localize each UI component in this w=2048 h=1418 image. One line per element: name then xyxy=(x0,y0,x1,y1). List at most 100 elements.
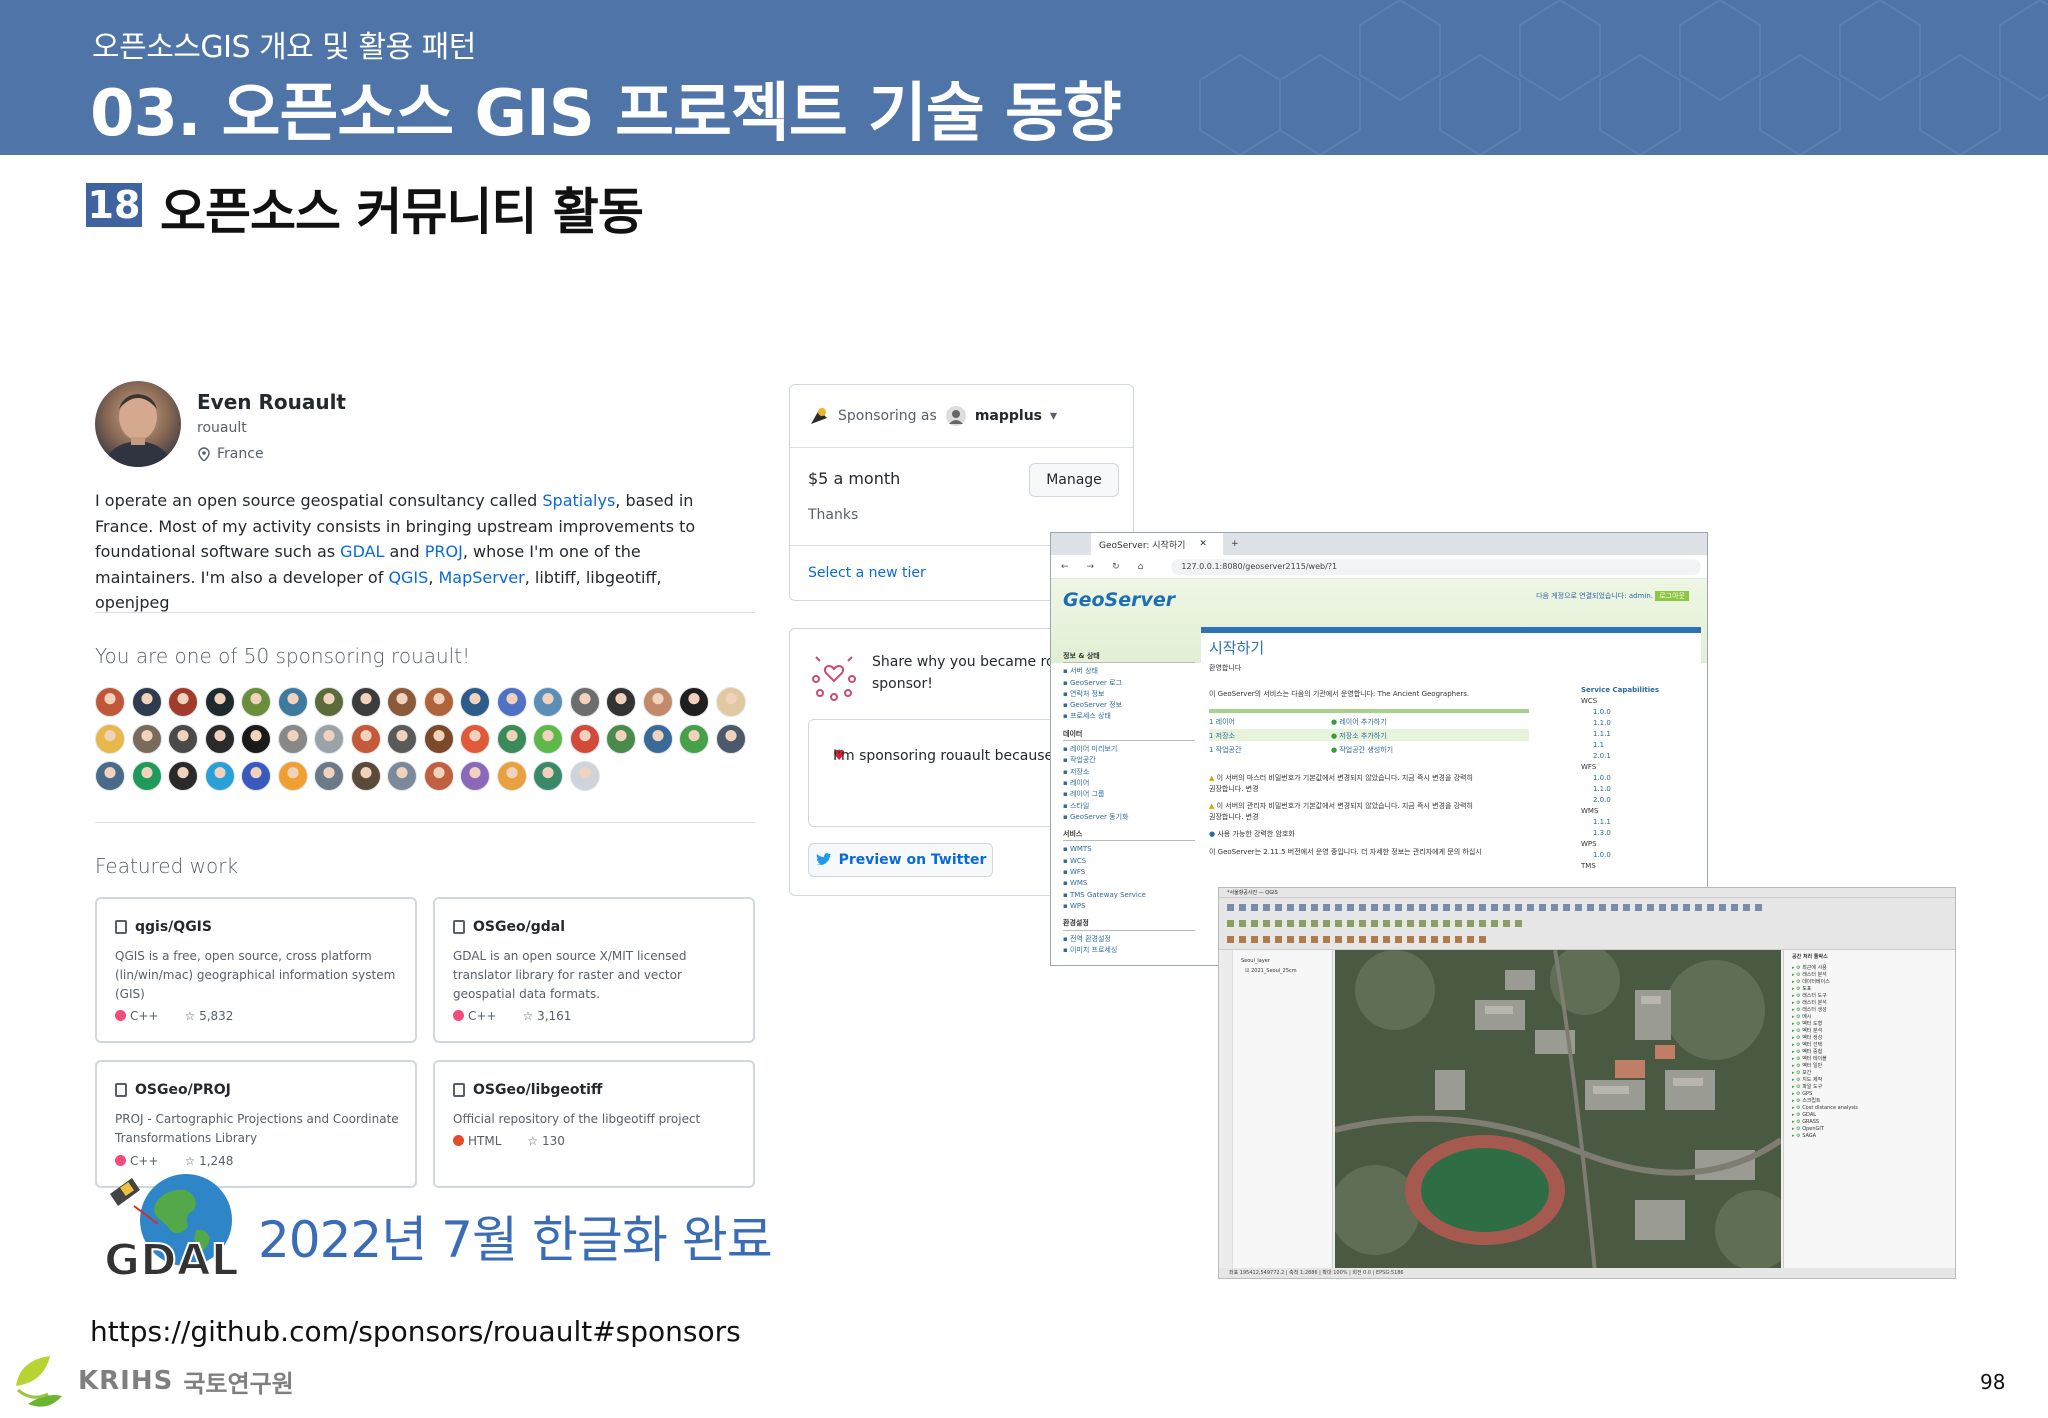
repo-stars[interactable]: ☆ 130 xyxy=(527,1134,564,1148)
sidebar-item[interactable]: ▪ 이미지 프로세싱 xyxy=(1063,945,1195,956)
sidebar-item[interactable]: ▪ 연락처 정보 xyxy=(1063,689,1195,700)
sponsor-avatar[interactable] xyxy=(642,724,673,754)
toolbox-item[interactable]: ▸ ⚙ 래스터 생성 xyxy=(1792,1007,1949,1014)
home-icon[interactable]: ⌂ xyxy=(1138,562,1144,572)
sponsor-avatar[interactable] xyxy=(241,761,271,791)
capability-version-link[interactable]: 1.1.1 xyxy=(1581,729,1659,740)
sidebar-item[interactable]: ▪ WCS xyxy=(1063,856,1195,867)
close-icon[interactable]: ✕ xyxy=(1199,539,1207,549)
sidebar-item[interactable]: ▪ GeoServer 정보 xyxy=(1063,700,1195,711)
sponsor-avatar[interactable] xyxy=(387,761,417,791)
toolbox-item[interactable]: ▸ ⚙ 파일 도구 xyxy=(1792,1084,1949,1091)
toolbar-icons[interactable] xyxy=(1219,898,1956,950)
sponsor-avatar[interactable] xyxy=(533,687,563,717)
sponsor-avatar[interactable] xyxy=(533,724,563,754)
sponsor-avatar[interactable] xyxy=(95,687,125,717)
sponsor-avatar[interactable] xyxy=(277,687,308,717)
gdal-link[interactable]: GDAL xyxy=(340,542,384,561)
sponsor-avatar[interactable] xyxy=(569,761,600,791)
toolbox-item[interactable]: ▸ ⚙ GRASS xyxy=(1792,1119,1949,1126)
repo-card-proj[interactable]: OSGeo/PROJ PROJ - Cartographic Projectio… xyxy=(95,1060,417,1188)
qgis-link[interactable]: QGIS xyxy=(388,568,428,587)
toolbox-item[interactable]: ▸ ⚙ 래스터 분석 xyxy=(1792,1000,1949,1007)
toolbox-item[interactable]: ▸ ⚙ 벡터 분석 xyxy=(1792,1028,1949,1035)
toolbox-item[interactable]: ▸ ⚙ 벡터 생성 xyxy=(1792,1035,1949,1042)
sponsor-avatar[interactable] xyxy=(569,724,600,754)
qgis-map-canvas[interactable] xyxy=(1335,950,1781,1272)
stores-count-link[interactable]: 1 저장소 xyxy=(1209,731,1235,741)
sidebar-item[interactable]: ▪ 프로세스 상태 xyxy=(1063,711,1195,722)
sponsor-avatar[interactable] xyxy=(168,687,198,717)
sponsor-avatar[interactable] xyxy=(131,724,162,754)
toolbox-item[interactable]: ▸ ⚙ 데이터베이스 xyxy=(1792,979,1949,986)
source-url[interactable]: https://github.com/sponsors/rouault#spon… xyxy=(90,1315,741,1348)
toolbox-item[interactable]: ▸ ⚙ 벡터 테이블 xyxy=(1792,1056,1949,1063)
sponsor-avatar[interactable] xyxy=(131,761,162,791)
capability-version-link[interactable]: 2.0.0 xyxy=(1581,795,1659,806)
sidebar-item[interactable]: ▪ 저장소 xyxy=(1063,767,1195,778)
add-store-link[interactable]: ● 저장소 추가하기 xyxy=(1331,731,1387,741)
browser-tab[interactable]: GeoServer: 시작하기 ✕ xyxy=(1091,533,1223,555)
sponsor-avatar[interactable] xyxy=(168,724,198,754)
capability-version-link[interactable]: 1.0.0 xyxy=(1581,707,1659,718)
manage-button[interactable]: Manage xyxy=(1029,463,1119,497)
sponsor-avatar[interactable] xyxy=(350,724,381,754)
repo-card-qgis[interactable]: qgis/QGIS QGIS is a free, open source, c… xyxy=(95,897,417,1043)
toolbox-item[interactable]: ▸ ⚙ 래스터 분석 xyxy=(1792,972,1949,979)
sponsor-avatar[interactable] xyxy=(569,687,600,717)
sidebar-item[interactable]: ▪ WMS xyxy=(1063,878,1195,889)
sidebar-item[interactable]: ▪ 레이어 그룹 xyxy=(1063,789,1195,800)
toolbox-item[interactable]: ▸ ⚙ GDAL xyxy=(1792,1112,1949,1119)
sidebar-item[interactable]: ▪ WPS xyxy=(1063,901,1195,912)
layers-count-link[interactable]: 1 레이어 xyxy=(1209,717,1235,727)
toolbox-item[interactable]: ▸ ⚙ 래스터 도구 xyxy=(1792,993,1949,1000)
layer-group[interactable]: Seoul_layer xyxy=(1241,958,1270,964)
sponsor-avatar[interactable] xyxy=(496,761,527,791)
geoserver-logo[interactable]: GeoServer xyxy=(1063,589,1175,611)
sidebar-item[interactable]: ▪ 레이어 xyxy=(1063,778,1195,789)
sponsor-avatar[interactable] xyxy=(314,761,344,791)
logout-button[interactable]: 로그아웃 xyxy=(1655,591,1689,601)
capability-version-link[interactable]: 1.1.1 xyxy=(1581,817,1659,828)
repo-stars[interactable]: ☆ 5,832 xyxy=(185,1009,234,1023)
preview-on-twitter-button[interactable]: Preview on Twitter xyxy=(808,843,993,877)
sidebar-item[interactable]: ▪ 작업공간 xyxy=(1063,755,1195,766)
back-icon[interactable]: ← xyxy=(1061,562,1069,572)
toolbox-item[interactable]: ▸ ⚙ 지도 제작 xyxy=(1792,1077,1949,1084)
add-layer-link[interactable]: ● 레이어 추가하기 xyxy=(1331,717,1387,727)
sponsor-avatar[interactable] xyxy=(314,687,344,717)
toolbox-item[interactable]: ▸ ⚙ 최근에 사용 xyxy=(1792,965,1949,972)
sponsor-avatar[interactable] xyxy=(131,687,162,717)
sponsor-avatar[interactable] xyxy=(314,724,344,754)
repo-stars[interactable]: ☆ 3,161 xyxy=(523,1009,572,1023)
sponsor-avatar[interactable] xyxy=(679,687,709,717)
toolbox-item[interactable]: ▸ ⚙ GPS xyxy=(1792,1091,1949,1098)
sponsor-avatar[interactable] xyxy=(423,761,454,791)
toolbox-item[interactable]: ▸ ⚙ 보간 xyxy=(1792,1070,1949,1077)
sponsor-avatar[interactable] xyxy=(423,724,454,754)
repo-name[interactable]: OSGeo/gdal xyxy=(453,919,565,935)
sponsor-avatar[interactable] xyxy=(423,687,454,717)
workspaces-count-link[interactable]: 1 작업공간 xyxy=(1209,745,1241,755)
mapserver-link[interactable]: MapServer xyxy=(438,568,524,587)
proj-link[interactable]: PROJ xyxy=(425,542,463,561)
repo-name[interactable]: OSGeo/PROJ xyxy=(115,1082,231,1098)
repo-name[interactable]: qgis/QGIS xyxy=(115,919,212,935)
toolbox-item[interactable]: ▸ ⚙ 벡터 일반 xyxy=(1792,1063,1949,1070)
sidebar-item[interactable]: ▪ 전역 환경설정 xyxy=(1063,934,1195,945)
reload-icon[interactable]: ↻ xyxy=(1112,562,1120,572)
capability-version-link[interactable]: 1.1 xyxy=(1581,740,1659,751)
sponsor-avatar[interactable] xyxy=(460,761,490,791)
toolbox-item[interactable]: ▸ ⚙ OpenGIT xyxy=(1792,1126,1949,1133)
sponsor-avatar[interactable] xyxy=(460,724,490,754)
sponsor-avatar[interactable] xyxy=(715,724,746,754)
layer-item[interactable]: ☑ 2021_Seoul_25cm xyxy=(1245,968,1297,974)
toolbox-item[interactable]: ▸ ⚙ SAGA xyxy=(1792,1133,1949,1140)
sponsor-avatar[interactable] xyxy=(387,724,417,754)
sponsor-avatar[interactable] xyxy=(715,687,746,717)
capability-version-link[interactable]: 1.3.0 xyxy=(1581,828,1659,839)
sponsor-avatar[interactable] xyxy=(241,687,271,717)
sponsor-avatar[interactable] xyxy=(606,687,636,717)
select-new-tier-link[interactable]: Select a new tier xyxy=(808,565,926,581)
sponsor-avatar[interactable] xyxy=(95,761,125,791)
